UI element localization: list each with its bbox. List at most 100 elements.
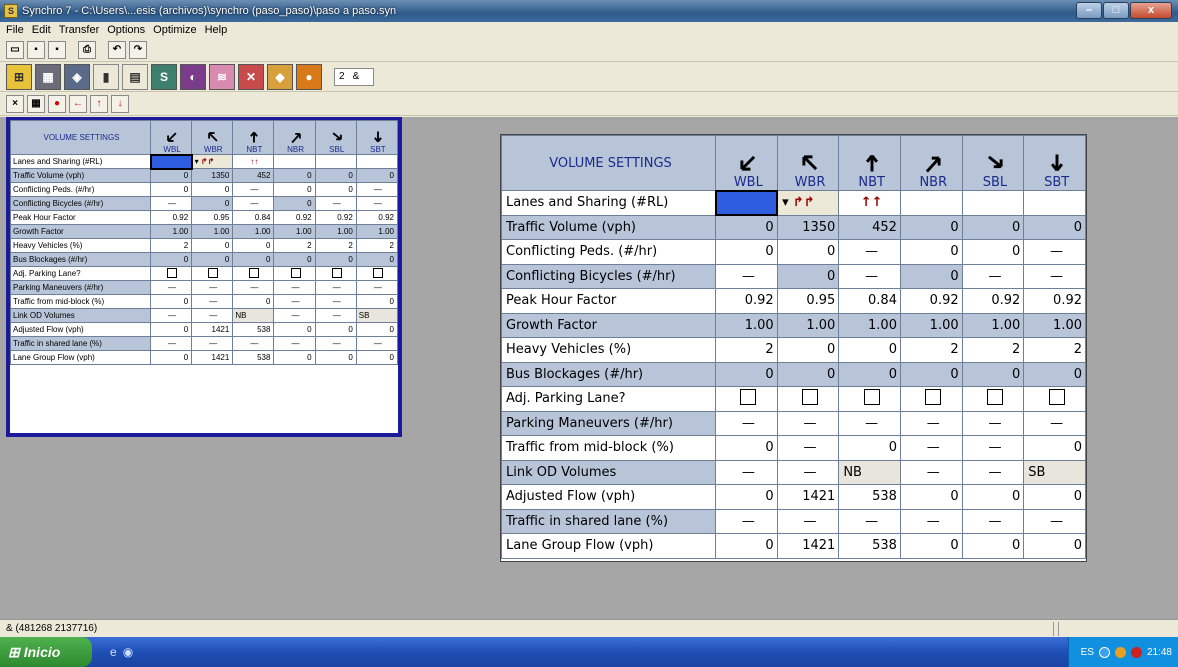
direction-header-sbl[interactable]: SBL [314,120,357,155]
cell-nbr[interactable] [273,154,316,169]
cell-sbt[interactable]: 0 [355,294,399,309]
cell-wbr[interactable]: 0.95 [191,210,234,225]
direction-header-wbl[interactable]: WBL [715,135,778,191]
cell-nbr[interactable] [899,386,963,412]
timing-icon[interactable]: ▤ [122,63,148,90]
map-view-icon[interactable]: ⊞ [6,63,32,90]
volume-settings-icon[interactable]: ◈ [64,63,90,90]
parking-lane-checkbox[interactable] [167,267,178,278]
cell-sbl[interactable]: 0 [961,361,1025,387]
cell-wbl[interactable]: — [149,196,193,211]
cell-nbt[interactable] [232,266,275,281]
cell-sbl[interactable]: 0 [314,182,357,197]
cell-wbr[interactable]: — [776,410,840,436]
cell-wbl[interactable]: 0 [715,214,778,240]
cell-sbl[interactable]: 0 [961,214,1025,240]
cell-nbr[interactable]: — [899,435,963,461]
start-button[interactable]: ⊞ Inicio [0,637,92,667]
cell-sbl[interactable]: 0.92 [961,288,1025,314]
cell-nbr[interactable]: — [899,459,963,485]
cell-sbl[interactable]: 0 [314,168,357,183]
cell-nbr[interactable]: 2 [273,238,316,253]
cell-wbr[interactable]: 0 [191,196,234,211]
cell-wbl[interactable]: 1.00 [715,312,778,338]
parking-lane-checkbox[interactable] [925,388,942,405]
cell-nbr[interactable]: — [899,508,963,534]
minimize-button[interactable]: – [1076,2,1102,19]
cell-wbl[interactable]: 2 [715,337,778,363]
cell-nbt[interactable]: NB [838,459,901,485]
cell-sbl[interactable]: — [314,294,357,309]
security-icon[interactable] [1130,646,1142,658]
cell-wbl[interactable]: 0.92 [715,288,778,314]
cell-wbr[interactable]: 0 [191,238,234,253]
cell-nbt[interactable]: — [232,196,275,211]
cell-sbt[interactable]: 0 [355,168,399,183]
cell-nbr[interactable]: 0 [899,214,963,240]
cell-nbt[interactable] [838,386,901,412]
cell-wbl[interactable]: 0 [149,252,193,267]
cell-sbl[interactable]: — [314,336,357,351]
cell-wbl[interactable]: 0 [149,168,193,183]
chevron-down-icon[interactable]: ▾ [195,157,199,166]
arrow-down-icon[interactable]: ↓ [111,94,129,113]
cell-sbt[interactable]: 0.92 [1023,288,1086,314]
cell-wbr[interactable]: — [191,308,234,323]
cell-sbl[interactable] [961,190,1025,216]
undo-icon[interactable]: ↶ [108,40,126,59]
parking-lane-checkbox[interactable] [331,267,342,278]
cell-nbt[interactable]: 538 [838,533,901,559]
cell-nbt[interactable]: 0.84 [232,210,275,225]
cell-sbl[interactable]: 1.00 [961,312,1025,338]
cell-wbl[interactable]: — [149,308,193,323]
cell-wbr[interactable]: 0 [776,361,840,387]
parking-lane-checkbox[interactable] [863,388,880,405]
cell-wbr[interactable]: — [191,294,234,309]
cell-sbt[interactable]: 1.00 [355,224,399,239]
menu-optimize[interactable]: Optimize [153,24,196,36]
cell-wbl[interactable]: — [149,280,193,295]
maximize-button[interactable]: □ [1103,2,1129,19]
cell-wbl[interactable]: 0 [149,182,193,197]
cell-nbr[interactable]: 0 [899,239,963,265]
cell-nbr[interactable]: — [273,280,316,295]
menu-transfer[interactable]: Transfer [59,24,100,36]
cell-nbr[interactable]: — [273,294,316,309]
table-icon[interactable]: ▦ [27,94,45,113]
cell-nbt[interactable]: 0 [838,361,901,387]
cell-nbr[interactable]: 0.92 [899,288,963,314]
cell-wbr[interactable]: 1421 [191,322,234,337]
ie-icon[interactable]: e [110,645,117,659]
coordination-icon[interactable]: ◐ [180,63,206,90]
cell-wbl[interactable]: — [715,459,778,485]
cell-wbr[interactable]: 0 [191,182,234,197]
cell-sbl[interactable]: — [961,410,1025,436]
cell-nbt[interactable]: 0 [232,252,275,267]
cell-sbt[interactable] [355,266,399,281]
cell-sbl[interactable]: 0 [961,533,1025,559]
direction-header-wbr[interactable]: WBR [191,120,234,155]
parking-lane-checkbox[interactable] [372,267,383,278]
volume-settings-zoom[interactable]: VOLUME SETTINGS WBL WBR NBT NBR SBL SBT Lanes a… [500,134,1087,562]
cell-nbr[interactable] [273,266,316,281]
cell-nbr[interactable]: 0 [273,196,316,211]
cell-nbr[interactable]: 0 [273,168,316,183]
cell-sbt[interactable] [1023,190,1086,216]
cell-wbr[interactable]: 1350 [776,214,840,240]
direction-header-wbl[interactable]: WBL [149,120,193,155]
cell-sbt[interactable]: — [1023,410,1086,436]
cell-wbl[interactable]: 0 [149,350,193,365]
close-button[interactable]: x [1130,2,1172,19]
cell-wbl[interactable]: — [715,263,778,289]
direction-header-sbt[interactable]: SBT [1023,135,1086,191]
cell-wbr[interactable]: ▾ ↱↱ [191,154,234,169]
cell-wbl[interactable]: 0 [149,294,193,309]
parking-lane-checkbox[interactable] [1048,388,1065,405]
cell-sbt[interactable]: 0 [1023,435,1086,461]
chevron-down-icon[interactable]: ▾ [782,195,789,210]
cell-wbl[interactable]: — [715,410,778,436]
cell-wbr[interactable]: 1421 [776,533,840,559]
cell-nbr[interactable]: — [273,308,316,323]
cell-sbt[interactable]: 0 [355,350,399,365]
cell-sbt[interactable]: 0 [1023,484,1086,510]
